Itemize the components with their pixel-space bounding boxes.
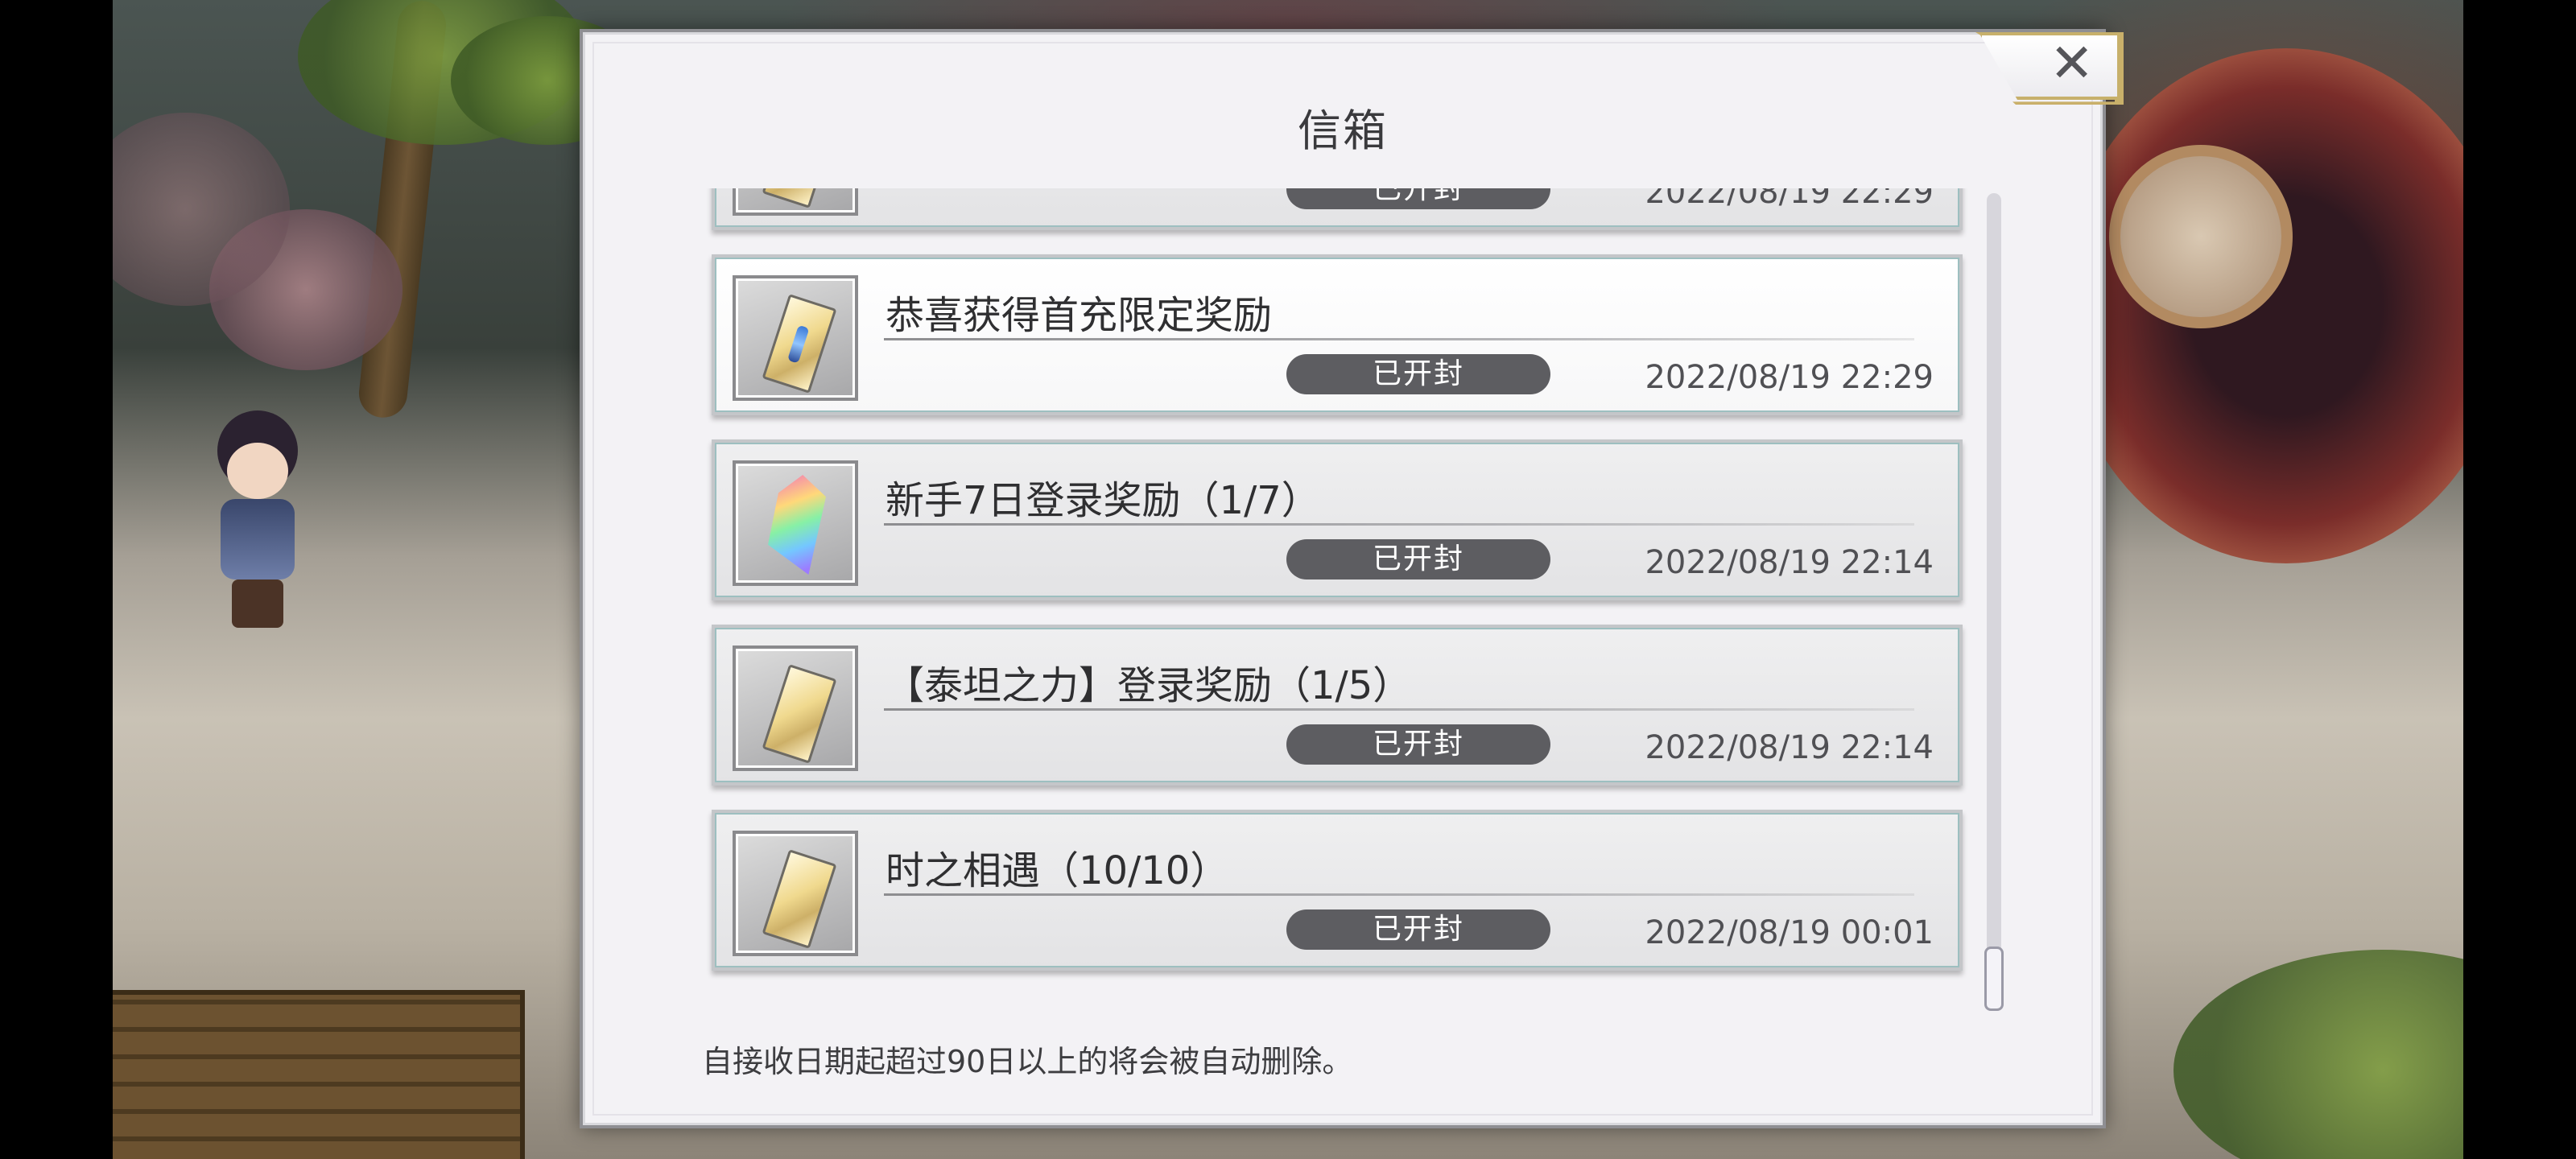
item-icon <box>733 188 858 216</box>
mail-subject: 时之相遇（10/10） <box>886 848 1229 893</box>
status-badge: 已开封 <box>1286 909 1550 950</box>
status-badge: 已开封 <box>1286 188 1550 209</box>
mail-subject: 新手7日登录奖励（1/7） <box>886 478 1320 523</box>
crate-decoration <box>113 990 525 1159</box>
ticket-icon <box>733 275 858 401</box>
player-character[interactable] <box>209 410 306 636</box>
mail-subject: 恭喜获得首充限定奖励 <box>886 293 1273 338</box>
ticket-icon <box>733 645 858 771</box>
mail-list[interactable]: 已开封 2022/08/19 22:29 恭喜获得首充限定奖励 已开封 2022… <box>702 188 1974 1009</box>
mail-subject: 【泰坦之力】登录奖励（1/5） <box>886 663 1412 708</box>
subject-divider <box>884 338 1914 340</box>
status-badge: 已开封 <box>1286 539 1550 580</box>
scrollbar-thumb[interactable] <box>1984 947 2004 1011</box>
mail-date: 2022/08/19 22:14 <box>1645 729 1934 766</box>
mail-date: 2022/08/19 22:29 <box>1645 359 1934 396</box>
close-button[interactable]: ✕ <box>1946 32 2124 105</box>
subject-divider <box>884 893 1914 896</box>
ticket-icon <box>733 831 858 956</box>
mail-date: 2022/08/19 22:14 <box>1645 544 1934 581</box>
auto-delete-notice: 自接收日期起超过90日以上的将会被自动删除。 <box>702 1044 1353 1079</box>
status-badge: 已开封 <box>1286 724 1550 765</box>
status-badge: 已开封 <box>1286 354 1550 394</box>
mail-item[interactable]: 恭喜获得首充限定奖励 已开封 2022/08/19 22:29 <box>712 254 1963 415</box>
mail-date: 2022/08/19 22:29 <box>1645 188 1934 211</box>
mail-date: 2022/08/19 00:01 <box>1645 914 1934 951</box>
subject-divider <box>884 523 1914 526</box>
dialog-title: 信箱 <box>1298 105 1388 156</box>
mail-item[interactable]: 新手7日登录奖励（1/7） 已开封 2022/08/19 22:14 <box>712 439 1963 600</box>
close-icon: ✕ <box>2050 32 2095 94</box>
subject-divider <box>884 708 1914 711</box>
mail-item[interactable]: 已开封 2022/08/19 22:29 <box>712 188 1963 230</box>
house-emblem-icon <box>2109 145 2293 328</box>
crystal-icon <box>733 460 858 586</box>
mail-list-scrollbar[interactable] <box>1984 193 2004 1011</box>
mail-item[interactable]: 时之相遇（10/10） 已开封 2022/08/19 00:01 <box>712 810 1963 971</box>
mailbox-dialog: 信箱 ✕ 已开封 2022/08/19 22:29 恭喜获得首充限定奖励 已开封… <box>580 29 2124 1128</box>
tent-curtain-decoration <box>2061 48 2463 563</box>
mail-item[interactable]: 【泰坦之力】登录奖励（1/5） 已开封 2022/08/19 22:14 <box>712 625 1963 786</box>
foliage-decoration <box>2174 950 2463 1159</box>
